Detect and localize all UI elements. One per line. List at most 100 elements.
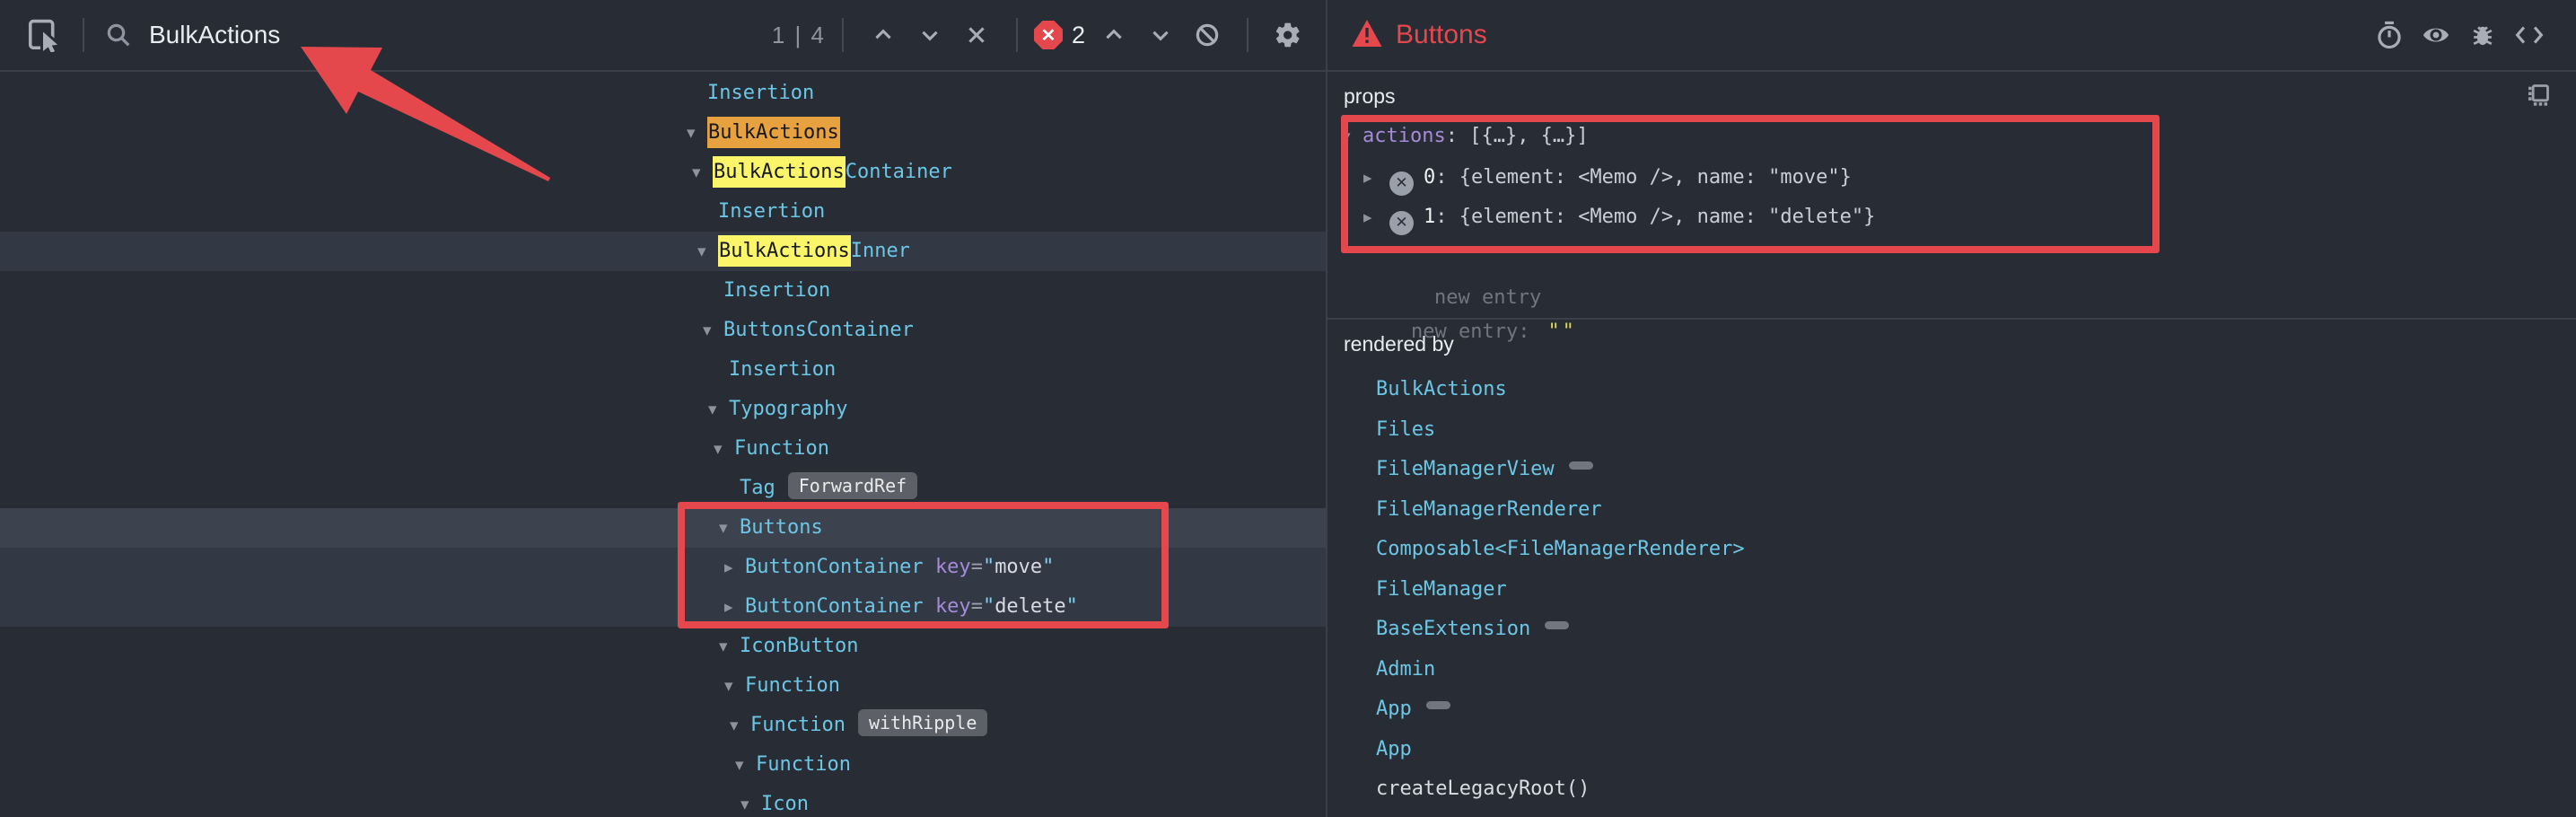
log-bug-icon[interactable]	[2459, 12, 2506, 58]
rendered-by-item[interactable]: App	[1376, 730, 1412, 769]
rendered-by-item[interactable]: Admin	[1376, 650, 1435, 690]
expander-open-icon[interactable]: ▾	[719, 627, 740, 666]
expander-open-icon[interactable]: ▾	[735, 745, 756, 785]
copy-props-icon[interactable]	[2526, 83, 2551, 112]
panel-divider[interactable]	[1326, 0, 1327, 817]
rendered-by-name[interactable]: Files	[1376, 418, 1435, 441]
tree-row[interactable]: ▸ButtonContainer key="delete"	[0, 587, 1326, 627]
rendered-by-item[interactable]: BulkActions	[1376, 370, 1507, 409]
tree-text-segment: ButtonContainer	[745, 595, 924, 618]
tree-row[interactable]: ▾Function	[0, 429, 1326, 469]
expander-closed-icon[interactable]: ▸	[1363, 198, 1384, 237]
rendered-by-name[interactable]: Admin	[1376, 658, 1435, 681]
prev-error-icon[interactable]	[1091, 12, 1137, 58]
expander-open-icon[interactable]: ▾	[697, 232, 718, 271]
expander-open-icon[interactable]: ▾	[719, 508, 740, 548]
rendered-by-name[interactable]: FileManagerView	[1376, 458, 1555, 480]
tree-row[interactable]: ▾Buttons	[0, 508, 1326, 548]
component-tree: Insertion ▾BulkActions▾BulkActionsContain…	[0, 74, 1326, 817]
component-badge: ForwardRef	[788, 472, 917, 499]
expander-closed-icon[interactable]: ▸	[724, 587, 745, 627]
suppress-errors-icon[interactable]	[1184, 12, 1231, 58]
inspect-dom-eye-icon[interactable]	[2413, 12, 2459, 58]
rendered-by-name[interactable]: Composable<FileManagerRenderer>	[1376, 538, 1745, 560]
rendered-by-item[interactable]: FileManagerView	[1376, 450, 1593, 489]
expander-open-icon[interactable]: ▾	[740, 785, 761, 817]
clear-search-icon[interactable]	[953, 12, 1000, 58]
expander-open-icon[interactable]: ▾	[687, 113, 707, 153]
tree-row[interactable]: Insertion	[0, 74, 1326, 113]
inspected-component-title: Buttons	[1396, 20, 1487, 50]
tree-text-segment: Insertion	[718, 200, 825, 223]
prop-row[interactable]: ▸✕1: {element: <Memo />, name: "delete"}	[1327, 198, 2576, 237]
tree-row[interactable]: ▾Function	[0, 666, 1326, 706]
prop-row[interactable]: ▸✕0: {element: <Memo />, name: "move"}	[1327, 158, 2576, 198]
tree-row[interactable]: Tag ForwardRef	[0, 469, 1326, 508]
tree-row[interactable]: Insertion	[0, 350, 1326, 390]
tree-row[interactable]: ▾BulkActionsInner	[0, 232, 1326, 271]
expander-open-icon[interactable]: ▾	[714, 429, 734, 469]
tree-row[interactable]: ▾Function	[0, 745, 1326, 785]
rendered-by-name[interactable]: App	[1376, 698, 1412, 720]
expander-open-icon[interactable]: ▾	[708, 390, 729, 429]
new-entry-value-input[interactable]: ""	[1547, 321, 1577, 343]
rendered-by-item[interactable]: App	[1376, 690, 1450, 729]
tree-row[interactable]: ▾IconButton	[0, 627, 1326, 666]
tree-row[interactable]: ▾BulkActions	[0, 113, 1326, 153]
tree-text-segment: Tag	[740, 477, 775, 499]
warning-triangle-icon	[1351, 18, 1383, 53]
search-input[interactable]: BulkActions	[149, 21, 772, 49]
tree-text-segment: : [{…}, {…}]	[1446, 125, 1589, 147]
expander-open-icon[interactable]: ▾	[1342, 117, 1362, 156]
rendered-by-item: createLegacyRoot()	[1376, 769, 1590, 809]
rendered-by-name[interactable]: FileManager	[1376, 578, 1507, 601]
tree-text-segment	[924, 556, 935, 578]
rendered-by-name[interactable]: FileManagerRenderer	[1376, 498, 1602, 521]
rendered-by-name[interactable]: BaseExtension	[1376, 618, 1530, 640]
tree-text-segment: Buttons	[740, 516, 823, 539]
tree-row[interactable]: ▾Typography	[0, 390, 1326, 429]
prop-row[interactable]: ▾actions: [{…}, {…}]	[1327, 117, 2576, 156]
tree-row[interactable]: ▾ButtonsContainer	[0, 311, 1326, 350]
rendered-by-item[interactable]: Files	[1376, 410, 1435, 450]
remove-entry-icon[interactable]: ✕	[1389, 171, 1414, 196]
expander-open-icon[interactable]: ▾	[703, 311, 723, 350]
inspected-element-header: Buttons	[1327, 0, 2576, 72]
suspend-timer-icon[interactable]	[2366, 12, 2413, 58]
component-badge: withRipple	[858, 709, 987, 736]
new-prop-entry-row[interactable]: new entry:""	[1327, 273, 2576, 312]
tree-text-segment: Insertion	[707, 82, 814, 104]
tree-text-segment: IconButton	[740, 635, 858, 657]
next-error-icon[interactable]	[1137, 12, 1184, 58]
expander-open-icon[interactable]: ▾	[692, 153, 713, 192]
expander-open-icon[interactable]: ▾	[730, 706, 750, 745]
expander-open-icon[interactable]: ▾	[724, 666, 745, 706]
tree-row[interactable]: Insertion	[0, 271, 1326, 311]
tree-row[interactable]: ▾Icon	[0, 785, 1326, 817]
settings-gear-icon[interactable]	[1265, 12, 1311, 58]
rendered-by-name[interactable]: BulkActions	[1376, 378, 1507, 400]
tree-row[interactable]: ▸ButtonContainer key="move"	[0, 548, 1326, 587]
expander-closed-icon[interactable]: ▸	[724, 548, 745, 587]
rendered-by-item[interactable]: BaseExtension	[1376, 610, 1569, 649]
prev-match-icon[interactable]	[860, 12, 907, 58]
tree-row[interactable]: Insertion	[0, 192, 1326, 232]
tree-row[interactable]: ▾BulkActionsContainer	[0, 153, 1326, 192]
tree-text-segment: ButtonsContainer	[723, 319, 914, 341]
rendered-by-item[interactable]: Composable<FileManagerRenderer>	[1376, 530, 1745, 569]
view-source-icon[interactable]	[2506, 12, 2553, 58]
components-toolbar: BulkActions 1 | 4 ✕ 2	[0, 0, 1326, 72]
remove-entry-icon[interactable]: ✕	[1389, 211, 1414, 235]
tree-text-segment: Insertion	[723, 279, 830, 302]
props-section-label: props	[1344, 84, 1396, 109]
rendered-by-item[interactable]: FileManager	[1376, 570, 1507, 610]
rendered-by-name[interactable]: App	[1376, 738, 1412, 760]
next-match-icon[interactable]	[907, 12, 953, 58]
rendered-by-item[interactable]: FileManagerRenderer	[1376, 490, 1602, 530]
expander-closed-icon[interactable]: ▸	[1363, 158, 1384, 198]
inspect-element-icon[interactable]	[20, 12, 66, 58]
error-count: 2	[1072, 22, 1085, 49]
tree-text-segment: =	[971, 556, 983, 578]
error-badge: ✕	[1034, 21, 1063, 49]
tree-row[interactable]: ▾FunctionwithRipple	[0, 706, 1326, 745]
